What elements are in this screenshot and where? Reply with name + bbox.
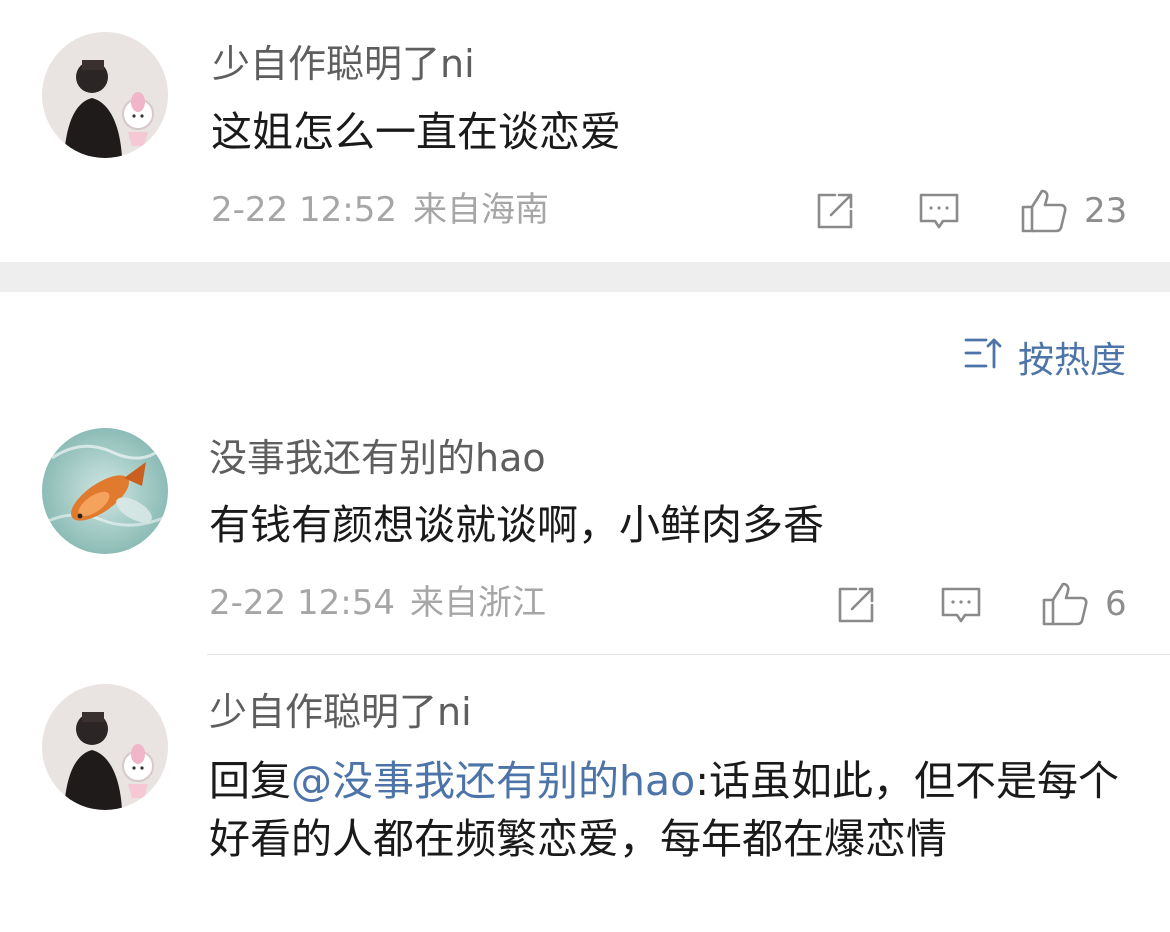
mention-link[interactable]: @没事我还有别的hao: [291, 757, 695, 805]
comment-date: 2-22 12:54: [209, 583, 395, 623]
section-separator: [0, 262, 1170, 292]
comment-text: 这姐怎么一直在谈恋爱: [211, 108, 621, 156]
comment-divider: [207, 654, 1170, 655]
username[interactable]: 没事我还有别的hao: [209, 439, 546, 477]
comment-location: 来自浙江: [410, 583, 546, 623]
avatar[interactable]: [42, 684, 168, 810]
share-icon[interactable]: [813, 189, 857, 233]
thumbs-up-icon[interactable]: [1020, 187, 1068, 235]
username[interactable]: 少自作聪明了ni: [212, 45, 475, 83]
like-count: 6: [1105, 584, 1127, 624]
comment-text: 回复@没事我还有别的hao:话虽如此，但不是每个好看的人都在频繁恋爱，每年都在爆…: [209, 752, 1134, 868]
comment-date: 2-22 12:52: [211, 190, 397, 230]
username[interactable]: 少自作聪明了ni: [209, 693, 472, 731]
thumbs-up-icon[interactable]: [1041, 580, 1089, 628]
sort-label: 按热度: [1017, 340, 1126, 381]
sort-by-heat-button[interactable]: 按热度: [964, 336, 1126, 381]
reply-prefix: 回复: [209, 757, 291, 805]
comment-icon[interactable]: [939, 583, 983, 627]
like-count: 23: [1084, 191, 1128, 231]
comment-text: 有钱有颜想谈就谈啊，小鲜肉多香: [209, 501, 824, 549]
comment-top: 少自作聪明了ni 这姐怎么一直在谈恋爱 2-22 12:52 来自海南 23: [0, 0, 1170, 262]
avatar[interactable]: [42, 32, 168, 158]
share-icon[interactable]: [834, 583, 878, 627]
sort-icon: [964, 336, 1018, 379]
comment-icon[interactable]: [917, 189, 961, 233]
comment-location: 来自海南: [413, 190, 549, 230]
avatar[interactable]: [42, 428, 168, 554]
